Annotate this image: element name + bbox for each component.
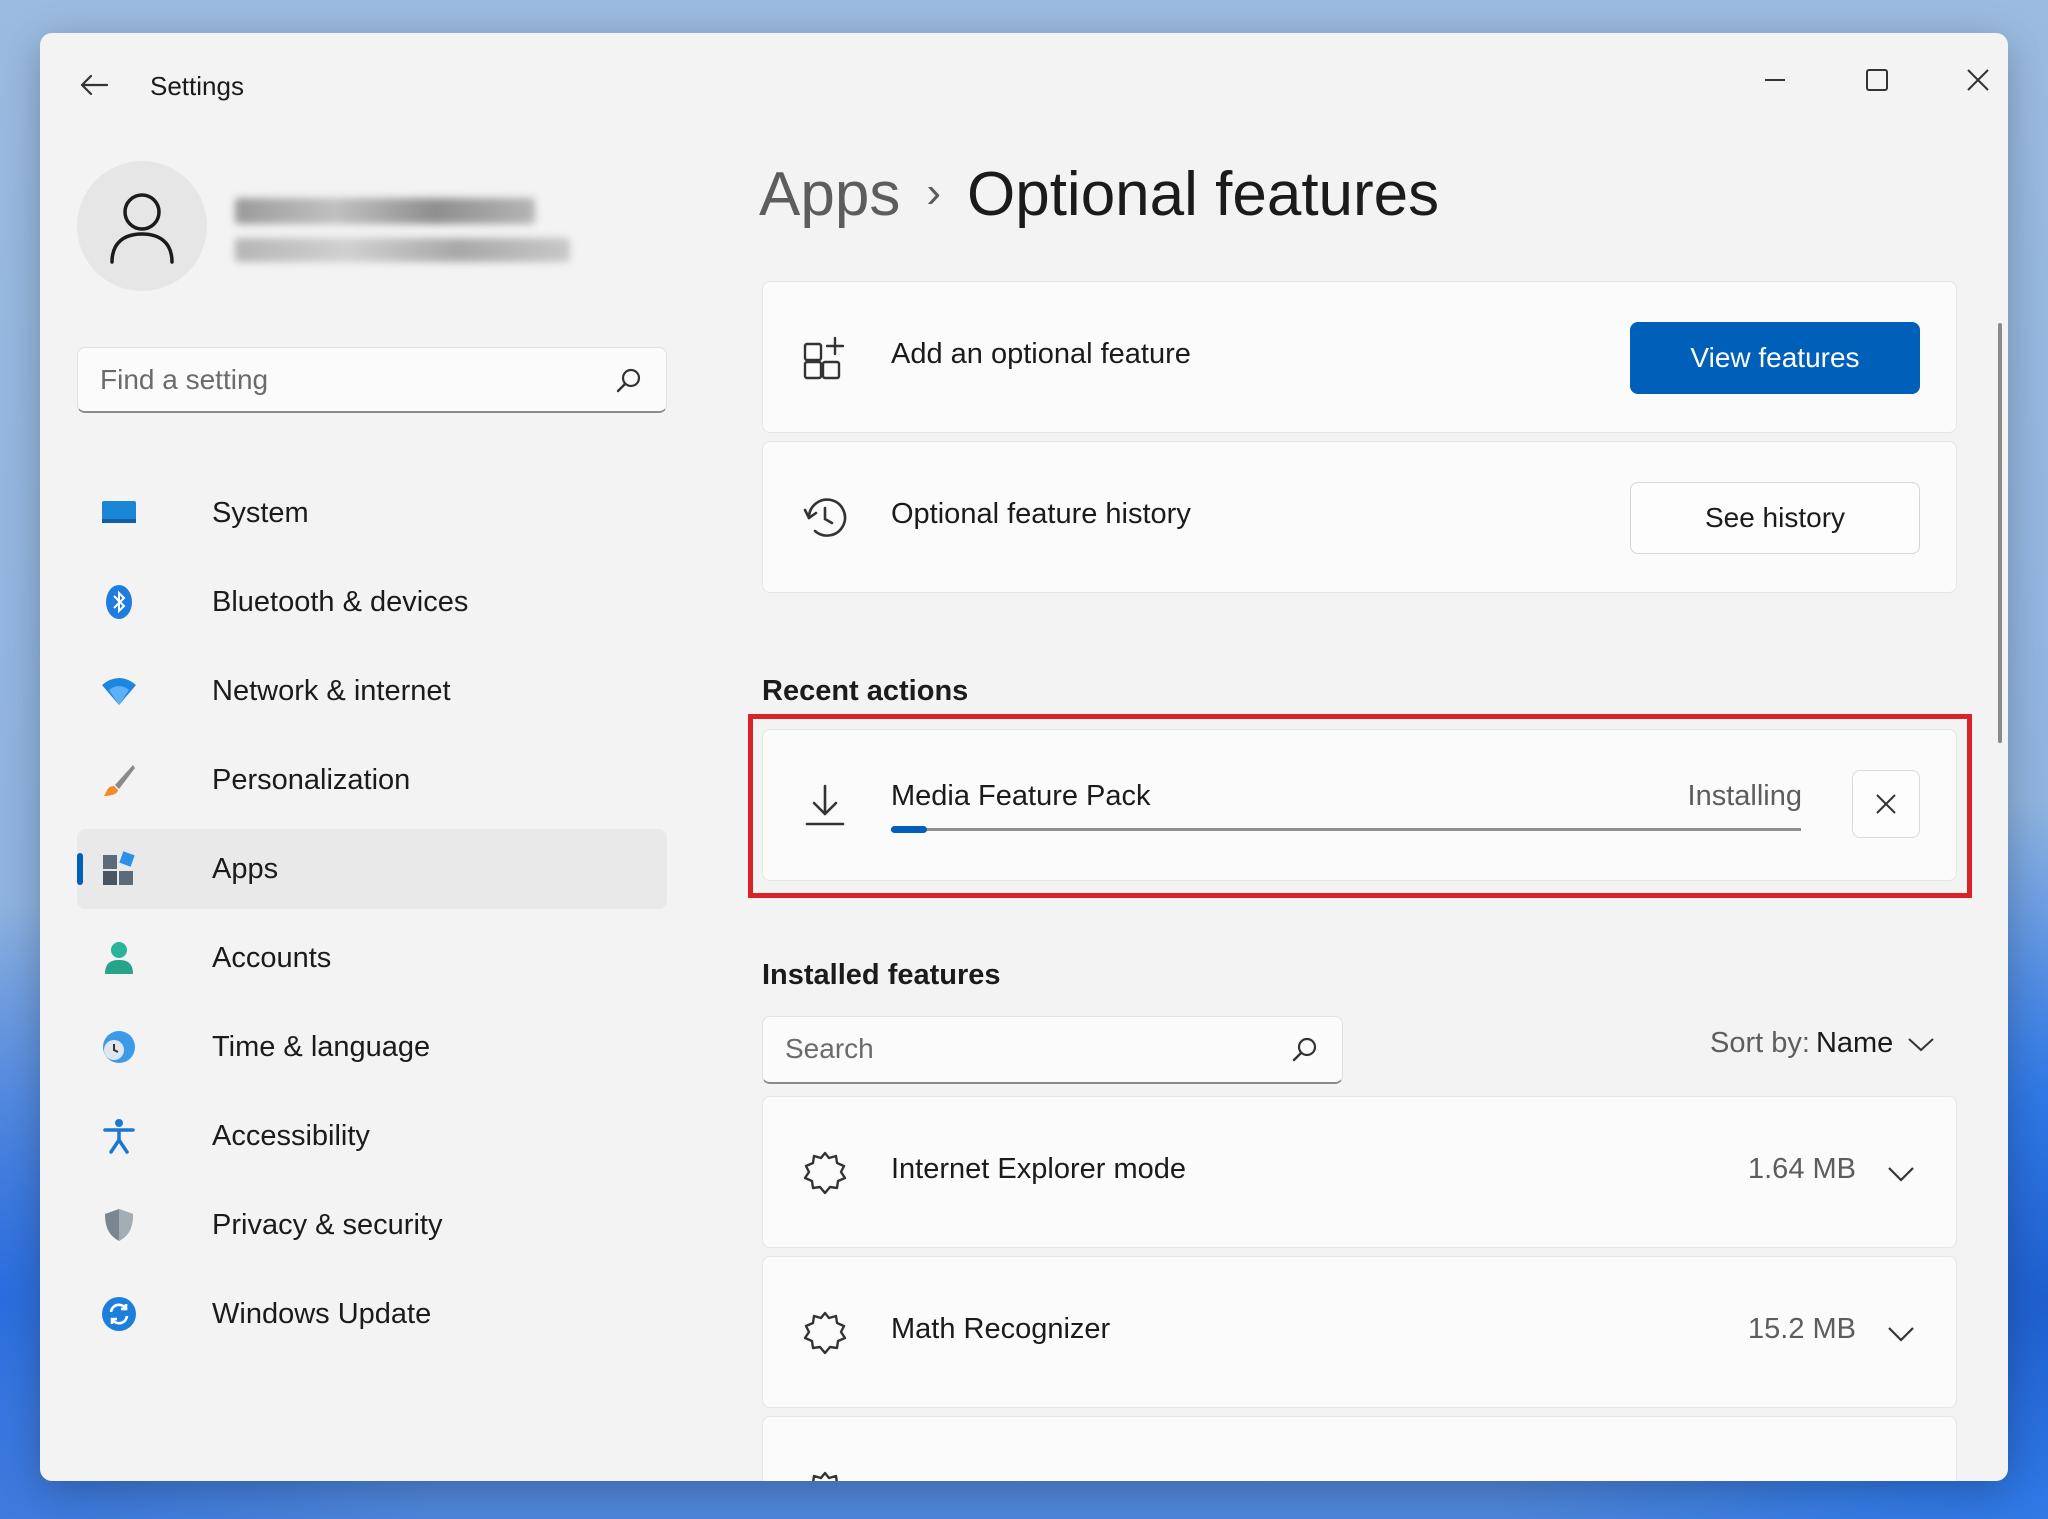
window-title: Settings [150, 71, 244, 101]
feature-row-partial[interactable] [762, 1416, 1957, 1481]
sidebar-item-apps[interactable]: Apps [77, 829, 667, 909]
accessibility-icon [103, 1119, 135, 1154]
sidebar-item-bluetooth[interactable]: Bluetooth & devices [77, 562, 667, 642]
feature-row[interactable]: Internet Explorer mode 1.64 MB [762, 1096, 1957, 1248]
user-email-redacted [235, 238, 570, 262]
puzzle-gear-icon [803, 1311, 847, 1355]
breadcrumb-apps-link[interactable]: Apps [759, 160, 900, 229]
sort-value: Name [1815, 1027, 1894, 1059]
sidebar-item-label: Privacy & security [212, 1208, 443, 1241]
globe-clock-icon [103, 1031, 135, 1063]
person-outline-icon [110, 193, 174, 264]
bluetooth-icon [106, 585, 132, 619]
sidebar-item-network[interactable]: Network & internet [77, 651, 667, 731]
person-icon [105, 942, 133, 974]
user-name-redacted [235, 198, 535, 224]
maximize-icon [1866, 69, 1888, 91]
highlight-box [748, 714, 1972, 898]
minimize-button[interactable] [1745, 55, 1805, 105]
shield-icon [105, 1209, 133, 1241]
sidebar-item-accessibility[interactable]: Accessibility [77, 1096, 667, 1176]
feature-name: Math Recognizer [891, 1313, 1111, 1345]
view-features-button[interactable]: View features [1630, 322, 1920, 394]
breadcrumb-chevron-icon: › [926, 168, 941, 217]
breadcrumb: Apps › Optional features [759, 159, 1439, 230]
sidebar-item-label: Personalization [212, 763, 411, 796]
sidebar-item-label: Apps [212, 852, 279, 885]
monitor-icon [102, 501, 136, 523]
feature-size: 1.64 MB [1748, 1153, 1856, 1185]
installed-features-heading: Installed features [762, 959, 1001, 991]
sidebar-item-label: Time & language [212, 1030, 431, 1063]
sidebar-item-label: Accounts [212, 941, 332, 974]
settings-search-input[interactable] [100, 362, 570, 398]
sidebar-item-accounts[interactable]: Accounts [77, 918, 667, 998]
sidebar-item-label: Windows Update [212, 1297, 432, 1330]
chevron-down-icon[interactable] [1886, 1319, 1916, 1349]
sidebar-item-windows-update[interactable]: Windows Update [77, 1274, 667, 1354]
add-apps-icon [803, 336, 845, 380]
chevron-down-icon[interactable] [1886, 1159, 1916, 1189]
chevron-down-icon [1908, 1038, 1934, 1052]
page-title: Optional features [966, 160, 1440, 229]
feature-size: 15.2 MB [1748, 1313, 1856, 1345]
settings-window: Settings System [40, 33, 2008, 1481]
avatar[interactable] [77, 161, 207, 291]
sort-label: Sort by: [1710, 1027, 1810, 1059]
sort-dropdown[interactable]: Sort by: Name [1710, 1027, 1935, 1060]
maximize-button[interactable] [1847, 55, 1907, 105]
close-icon [1967, 69, 1989, 91]
puzzle-gear-icon [803, 1151, 847, 1195]
feature-name: Internet Explorer mode [891, 1153, 1186, 1185]
close-window-button[interactable] [1948, 55, 2008, 105]
scrollbar[interactable] [1998, 323, 2002, 743]
back-button[interactable] [72, 63, 116, 107]
back-arrow-icon [80, 74, 109, 96]
apps-icon [103, 851, 135, 885]
sidebar-item-label: Bluetooth & devices [212, 585, 469, 618]
sidebar-item-privacy-security[interactable]: Privacy & security [77, 1185, 667, 1265]
sidebar-nav: System Bluetooth & devices Network & int… [77, 473, 667, 1363]
see-history-button[interactable]: See history [1630, 482, 1920, 554]
sidebar-item-label: Network & internet [212, 674, 451, 707]
add-feature-label: Add an optional feature [891, 338, 1191, 370]
brush-icon [104, 765, 135, 796]
puzzle-gear-icon [812, 1471, 838, 1481]
installed-search-box[interactable] [762, 1016, 1343, 1084]
minimize-icon [1765, 79, 1785, 81]
search-icon [1290, 1035, 1320, 1065]
feature-history-card: Optional feature history See history [762, 441, 1957, 593]
sidebar-item-time-language[interactable]: Time & language [77, 1007, 667, 1087]
installed-search-input[interactable] [785, 1031, 1255, 1067]
sidebar-item-personalization[interactable]: Personalization [77, 740, 667, 820]
feature-history-label: Optional feature history [891, 498, 1191, 530]
sidebar-item-label: Accessibility [212, 1119, 370, 1152]
wifi-icon [102, 678, 136, 705]
settings-search-box[interactable] [77, 347, 667, 413]
feature-row[interactable]: Math Recognizer 15.2 MB [762, 1256, 1957, 1408]
search-icon [614, 366, 644, 396]
recent-actions-heading: Recent actions [762, 675, 969, 707]
history-icon [803, 498, 847, 537]
sidebar-item-system[interactable]: System [77, 473, 667, 553]
update-icon [102, 1297, 136, 1331]
add-feature-card: Add an optional feature View features [762, 281, 1957, 433]
sidebar-item-label: System [212, 496, 309, 529]
